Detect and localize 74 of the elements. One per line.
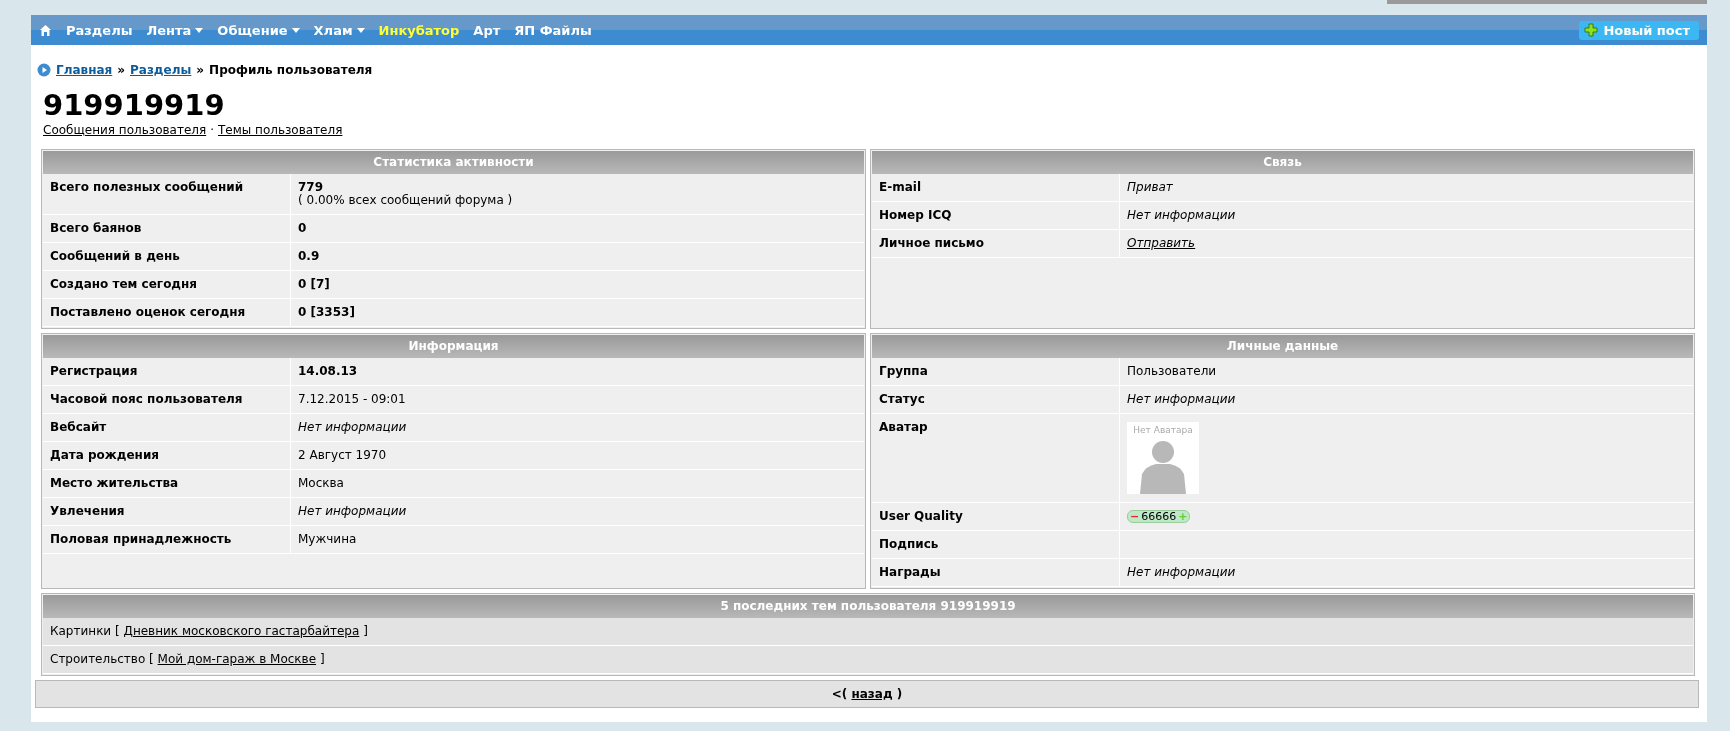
- value-text: 779 ( 0.00% всех сообщений форума ): [297, 179, 514, 209]
- field-label: User Quality: [872, 503, 1120, 530]
- value-text: Нет информации: [1126, 564, 1237, 581]
- topic-link[interactable]: Мой дом-гараж в Москве: [157, 652, 317, 666]
- caret-icon[interactable]: [195, 27, 204, 33]
- field-label: Регистрация: [43, 358, 291, 385]
- breadcrumb-link[interactable]: Главная: [56, 63, 113, 77]
- user-topics-link[interactable]: Темы пользователя: [218, 123, 343, 137]
- field-label: Часовой пояс пользователя: [43, 386, 291, 413]
- field-label: Поставлено оценок сегодня: [43, 299, 291, 326]
- panel-header: Статистика активности: [43, 151, 864, 174]
- field-label: Статус: [872, 386, 1120, 413]
- field-label: Награды: [872, 559, 1120, 586]
- field-label: Номер ICQ: [872, 202, 1120, 229]
- value-text: 0.9: [297, 248, 321, 265]
- nav-link[interactable]: Разделы: [66, 22, 133, 38]
- field-label: E-mail: [872, 174, 1120, 201]
- value-text: Нет информации: [1126, 391, 1237, 408]
- breadcrumb-separator: »: [117, 63, 125, 77]
- field-label: Дата рождения: [43, 442, 291, 469]
- back-bar: <( назад ): [35, 680, 1699, 708]
- value-text: Нет информации: [297, 503, 408, 520]
- value-text: Мужчина: [297, 531, 358, 548]
- value-text: 0 [3353]: [297, 304, 356, 321]
- play-icon: [37, 63, 51, 77]
- field-label: Группа: [872, 358, 1120, 385]
- field-label: Аватар: [872, 414, 1120, 502]
- nav-link[interactable]: Хлам: [313, 22, 353, 38]
- home-icon[interactable]: [39, 23, 52, 37]
- topic-row: Картинки [ Дневник московского гастарбайтера ]: [43, 618, 1693, 646]
- caret-icon[interactable]: [356, 27, 365, 33]
- rating-badge: − 66666 +: [1127, 510, 1191, 523]
- panel-header: Связь: [872, 151, 1693, 174]
- user-posts-link[interactable]: Сообщения пользователя: [43, 123, 207, 137]
- panel-header: Информация: [43, 335, 864, 358]
- plus-icon: [1584, 23, 1599, 37]
- value-text: 2 Август 1970: [297, 447, 388, 464]
- back-link[interactable]: назад: [851, 687, 893, 701]
- value-text: Нет информации: [297, 419, 408, 436]
- topic-row: Строительство [ Мой дом-гараж в Москве ]: [43, 646, 1693, 674]
- field-label: Вебсайт: [43, 414, 291, 441]
- field-label: Создано тем сегодня: [43, 271, 291, 298]
- value-text: 0 [7]: [297, 276, 331, 293]
- breadcrumb-separator: »: [196, 63, 205, 77]
- panel-header: 5 последних тем пользователя 919919919: [43, 595, 1693, 618]
- username-title: 919919919: [42, 87, 226, 121]
- field-label: Личное письмо: [872, 230, 1120, 257]
- value-text: 7.12.2015 - 09:01: [297, 391, 407, 408]
- value-text: Москва: [297, 475, 345, 492]
- person-silhouette-icon: [1137, 438, 1189, 494]
- caret-icon[interactable]: [291, 27, 300, 33]
- value-text: Нет информации: [1126, 207, 1237, 224]
- field-label: Половая принадлежность: [43, 526, 291, 553]
- panel-header: Личные данные: [872, 335, 1693, 358]
- send-link[interactable]: Отправить: [1127, 236, 1196, 250]
- link-separator: ·: [210, 123, 214, 137]
- value-text: 0: [297, 220, 308, 237]
- nav-link[interactable]: Арт: [473, 22, 501, 38]
- breadcrumb-link[interactable]: Разделы: [130, 63, 192, 77]
- field-label: Место жительства: [43, 470, 291, 497]
- topic-link[interactable]: Дневник московского гастарбайтера: [123, 624, 360, 638]
- field-label: Подпись: [872, 531, 1120, 558]
- field-label: Всего полезных сообщений: [43, 174, 291, 214]
- avatar-caption: Нет Аватара: [1133, 424, 1193, 436]
- breadcrumb-current: Профиль пользователя: [209, 63, 373, 77]
- nav-link[interactable]: Лента: [146, 22, 192, 38]
- field-label: Увлечения: [43, 498, 291, 525]
- field-label: Сообщений в день: [43, 243, 291, 270]
- value-text: Приват: [1126, 179, 1174, 196]
- field-label: Всего баянов: [43, 215, 291, 242]
- value-text: Пользователи: [1126, 363, 1218, 380]
- nav-link[interactable]: ЯП Файлы: [514, 22, 592, 38]
- nav-link[interactable]: Общение: [217, 22, 288, 38]
- value-text: 14.08.13: [297, 363, 359, 380]
